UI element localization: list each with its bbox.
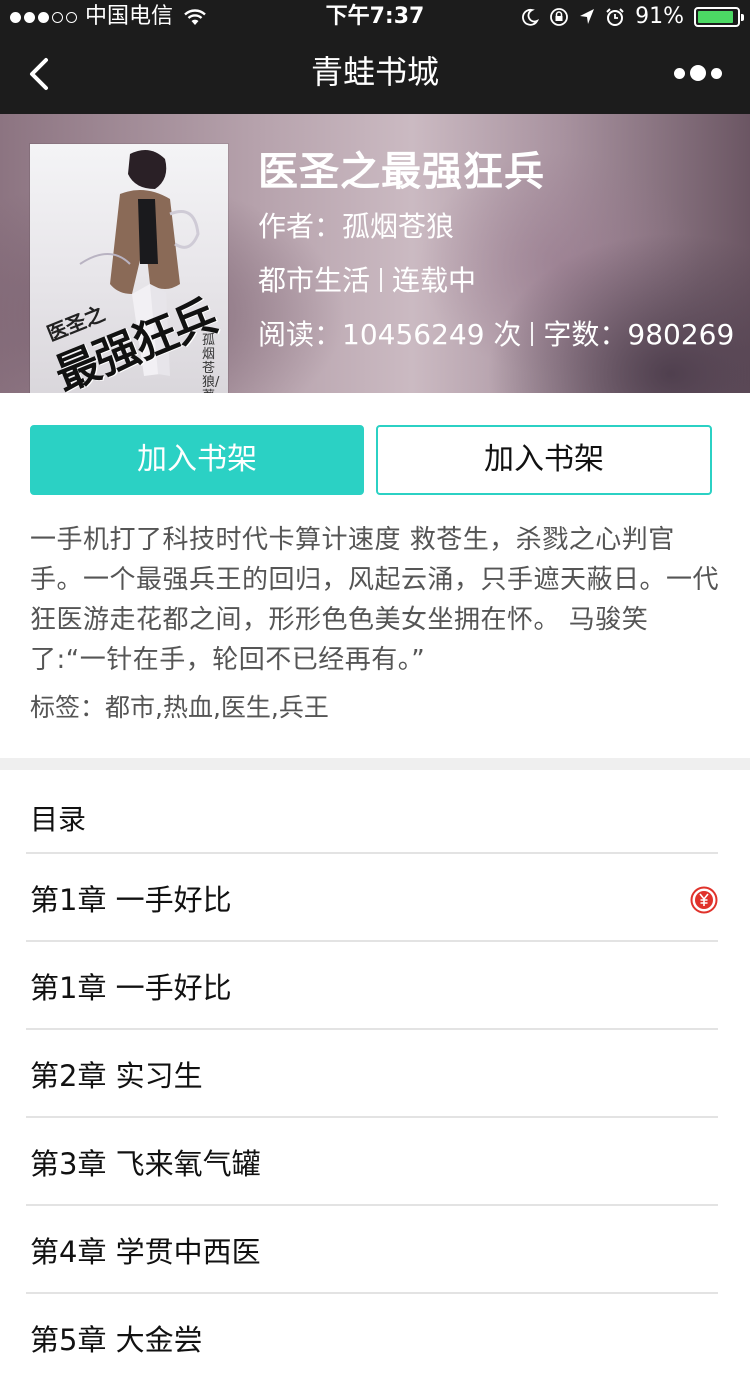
nav-bar: 青蛙书城 bbox=[0, 34, 750, 114]
more-options-button[interactable] bbox=[674, 62, 722, 84]
book-cover[interactable]: 医圣之 最强狂兵 孤烟苍狼/著 bbox=[30, 144, 228, 393]
catalog-heading: 目录 bbox=[30, 803, 87, 836]
section-divider bbox=[0, 758, 750, 770]
more-dots-icon bbox=[674, 67, 685, 79]
book-tags: 标签：都市,热血,医生,兵王 bbox=[30, 693, 329, 722]
book-info: 医圣之最强狂兵 作者：孤烟苍狼 都市生活 连载中 阅读：10456249 次字数：… bbox=[258, 144, 734, 362]
moon-icon bbox=[521, 8, 540, 26]
separator bbox=[531, 322, 534, 346]
book-header: 医圣之 最强狂兵 孤烟苍狼/著 医圣之最强狂兵 作者：孤烟苍狼 都市生活连载中 … bbox=[0, 114, 750, 393]
action-buttons: 加入书架 加入书架 bbox=[30, 425, 712, 495]
location-icon bbox=[579, 8, 595, 26]
top-bar: 中国电信 下午7:37 91% 青蛙书城 bbox=[0, 0, 750, 114]
chapter-title: 第1章 一手好比 bbox=[30, 971, 232, 1005]
battery-percent: 91% bbox=[635, 4, 684, 29]
book-reads: 阅读：10456249 次 bbox=[258, 318, 522, 351]
rotation-lock-icon bbox=[549, 7, 569, 27]
chapter-item[interactable]: 第4章 学贯中西医 bbox=[0, 1204, 750, 1292]
battery-icon bbox=[694, 7, 744, 27]
book-category: 都市生活 bbox=[258, 264, 371, 297]
chapter-item[interactable]: 第2章 实习生 bbox=[0, 1028, 750, 1116]
chapter-item[interactable]: 第1章 一手好比 bbox=[0, 940, 750, 1028]
book-meta: 都市生活 连载中 bbox=[258, 254, 734, 308]
book-word-count: 字数：980269 bbox=[543, 318, 735, 351]
chapter-title: 第5章 大金尝 bbox=[30, 1323, 203, 1357]
chapter-item[interactable]: 第3章 飞来氧气罐 bbox=[0, 1116, 750, 1204]
battery-level bbox=[698, 11, 733, 23]
chapter-item[interactable]: 第5章 大金尝 bbox=[0, 1292, 750, 1380]
yuan-coin-icon bbox=[690, 886, 718, 914]
cover-author: 孤烟苍狼/著 bbox=[202, 333, 220, 394]
chapter-title: 第3章 飞来氧气罐 bbox=[30, 1147, 261, 1181]
chapter-item[interactable]: 第1章 一手好比 bbox=[0, 852, 750, 940]
status-bar: 中国电信 下午7:37 91% bbox=[0, 0, 750, 34]
add-to-shelf-secondary-button[interactable]: 加入书架 bbox=[376, 425, 712, 495]
chapter-title: 第4章 学贯中西医 bbox=[30, 1235, 261, 1269]
book-title: 医圣之最强狂兵 bbox=[258, 149, 545, 195]
book-stats: 阅读：10456249 次字数：980269 bbox=[258, 308, 734, 362]
chapter-title: 第2章 实习生 bbox=[30, 1059, 203, 1093]
chapter-list: 第1章 一手好比 第1章 一手好比 第2章 实习生第3章 飞来氧气罐 第4章 学贯中西… bbox=[0, 852, 750, 1380]
alarm-icon bbox=[605, 7, 625, 27]
page-title: 青蛙书城 bbox=[310, 53, 439, 91]
add-to-shelf-button[interactable]: 加入书架 bbox=[30, 425, 364, 495]
book-status: 连载中 bbox=[392, 264, 477, 297]
chapter-title: 第1章 一手好比 bbox=[30, 883, 232, 917]
book-author: 作者：孤烟苍狼 bbox=[258, 210, 455, 243]
separator bbox=[380, 268, 383, 292]
status-right: 91% bbox=[521, 0, 744, 34]
book-description: 一手机打了科技时代卡算计速度 救苍生，杀戮之心判官手。一个最强兵王的回归，风起云… bbox=[30, 525, 720, 675]
